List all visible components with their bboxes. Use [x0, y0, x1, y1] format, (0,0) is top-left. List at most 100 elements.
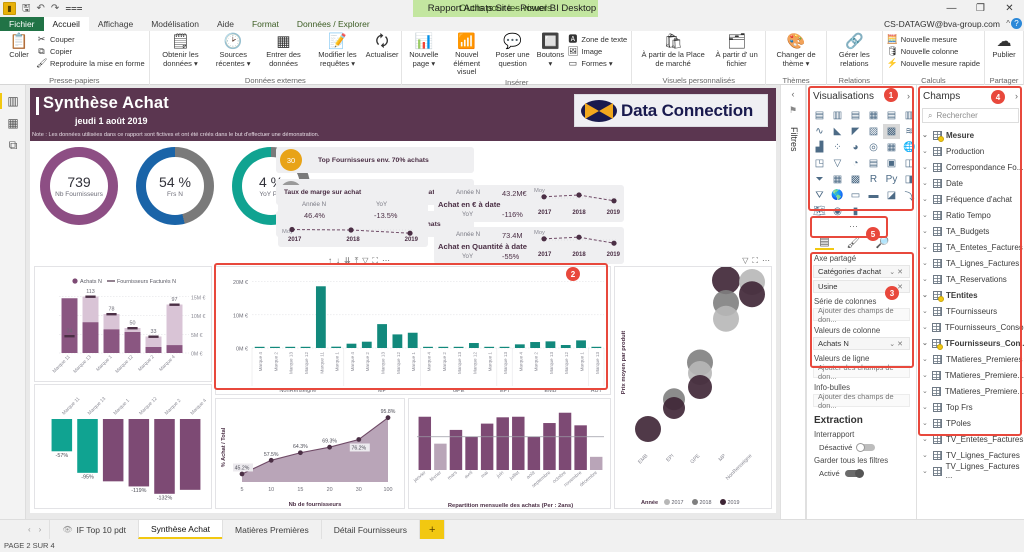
report-page[interactable]: Synthèse Achat jeudi 1 août 2019 Note : …	[30, 88, 776, 513]
field-table-row[interactable]: ⌄ Correspondance Fo...	[917, 159, 1024, 175]
repartition-mensuelle-visual[interactable]: janvier février mars avril mai juin juillet aoû…	[408, 398, 611, 509]
shapes-button[interactable]: ▭ Formes ▾	[567, 58, 627, 69]
donut-kpi[interactable]: 54 % Frs N	[136, 147, 214, 225]
chevron-down-icon[interactable]: ⌄	[922, 307, 929, 315]
chevron-down-icon[interactable]: ⌄	[922, 243, 929, 251]
chip-actions-icon[interactable]: ⌄✕	[889, 268, 905, 276]
chevron-down-icon[interactable]: ⌄	[922, 451, 929, 459]
more-options-icon[interactable]: ⋯	[762, 255, 770, 266]
python-visual-icon[interactable]: Py	[883, 172, 900, 187]
slicer-icon[interactable]: ⏷	[811, 172, 828, 187]
format-painter-button[interactable]: 🖌 Reproduire la mise en forme	[36, 58, 145, 69]
ribbon-tab-accueil[interactable]: Accueil	[43, 17, 89, 31]
field-table-row[interactable]: ⌄ TPoles	[917, 415, 1024, 431]
field-table-row[interactable]: ⌄ TA_Entetes_Factures	[917, 239, 1024, 255]
visual-header-toolbar-right[interactable]: ▽ ⛶ ⋯	[680, 255, 770, 266]
page-tab[interactable]: Détail Fournisseurs	[320, 520, 420, 539]
ribbon-tab-aide[interactable]: Aide	[208, 17, 243, 31]
format-paint-icon[interactable]: 🖌	[844, 235, 863, 250]
clipboard-button[interactable]: 📋 Coller	[4, 32, 34, 61]
prix-moyen-bubble-visual[interactable]: EMB EPI GPE MP NonRenseigne Prix moyen par pr…	[614, 266, 772, 509]
scissors-button[interactable]: ✂ Couper	[36, 34, 145, 45]
achat-quantite-card[interactable]: Année N 73.4M Achat en Quantité à date YoY -…	[434, 227, 624, 264]
achats-par-categorie-usine-visual[interactable]: 0M € 10M € 20M € Marque 4 Marque 2 Marque 13 M…	[215, 266, 611, 395]
add-page-button[interactable]: +	[418, 520, 446, 539]
field-table-row[interactable]: ⌄ Mesure	[917, 127, 1024, 143]
fields-pane-icon[interactable]: ▤	[815, 235, 834, 250]
taux-de-marge-card[interactable]: Taux de marge sur achat Année N YoY 46.4% -1…	[278, 185, 428, 247]
marketplace-button[interactable]: 🛍 À partir de la Place de marché	[636, 32, 710, 69]
bar-race-icon[interactable]: ▬	[865, 188, 882, 203]
field-table-row[interactable]: ⌄ Production	[917, 143, 1024, 159]
ribbon[interactable]: 📋 Coller ✂ Couper ⧉ Copier 🖌 Reproduire la mise…	[0, 31, 1024, 87]
field-table-row[interactable]: ⌄ TFournisseurs_Con...	[917, 335, 1024, 351]
chevron-down-icon[interactable]: ⌄	[922, 275, 929, 283]
donut-kpi[interactable]: 739 Nb Fournisseurs	[40, 147, 118, 225]
edit-queries-button[interactable]: 📝 Modifier les requêtes ▾	[310, 32, 365, 69]
expand-hierarchy-icon[interactable]: ⤒	[355, 255, 359, 266]
synoptic-panel-icon[interactable]: 🗺	[811, 204, 828, 219]
expand-filters-icon[interactable]: ‹	[781, 85, 805, 99]
expand-visualisations-icon[interactable]: ›	[907, 91, 910, 101]
field-chip[interactable]: Catégories d'achat ⌄✕	[813, 265, 910, 278]
quick-measure-button[interactable]: ⚡ Nouvelle mesure rapide	[887, 58, 980, 69]
recent-sources-button[interactable]: 🕑 Sources récentes ▾	[209, 32, 257, 69]
minimize-button[interactable]: —	[937, 0, 966, 17]
pin-filters-icon[interactable]: ⚑	[781, 99, 805, 116]
waterfall-chart-icon[interactable]: ▟	[811, 140, 828, 155]
get-data-button[interactable]: 🗒 Obtenir les données ▾	[154, 32, 208, 69]
pie-chart-icon[interactable]: ◕	[847, 140, 864, 155]
stacked-area-chart-icon[interactable]: ◤	[847, 124, 864, 139]
supplier-segment-pill[interactable]: 30 Top Fournisseurs env. 70% achats	[276, 147, 474, 173]
pareto-fournisseurs-visual[interactable]: 45.2% 5 57.5% 10 64.3% 15 69.3% 20 76.2% 30 95.8% 1…	[215, 398, 405, 509]
tornado-chart-icon[interactable]: ▮	[847, 204, 864, 219]
card-icon[interactable]: ▣	[883, 156, 900, 171]
line-chart-icon[interactable]: ∿	[811, 124, 828, 139]
window-buttons[interactable]: — ❐ ✕	[937, 0, 1024, 17]
chevron-down-icon[interactable]: ⌄	[922, 291, 929, 299]
page-tab[interactable]: Synthèse Achat	[137, 520, 224, 539]
achats-par-marque-visual[interactable]: 0M € 5M € 10M € 15M € 34 Marque 11 113 Marque 1…	[34, 266, 212, 382]
decomposition-tree-icon[interactable]: ⛛	[811, 188, 828, 203]
field-table-row[interactable]: ⌄ TV_Lignes_Factures	[917, 447, 1024, 463]
chevron-down-icon[interactable]: ⌄	[922, 131, 929, 139]
report-view-icon[interactable]: ▥	[0, 90, 26, 112]
multi-row-card-icon[interactable]: ▤	[865, 156, 882, 171]
field-table-row[interactable]: ⌄ TMatieres_Premiere...	[917, 367, 1024, 383]
account-email[interactable]: CS-DATAGW@bva-group.com	[884, 17, 1000, 31]
theme-button[interactable]: 🎨 Changer de thème ▾	[770, 32, 822, 69]
toggle-switch-on-icon[interactable]	[844, 469, 864, 478]
field-table-row[interactable]: ⌄ Fréquence d'achat	[917, 191, 1024, 207]
new-measure-button[interactable]: 🧮 Nouvelle mesure	[887, 34, 980, 45]
text-box-button[interactable]: 🅰 Zone de texte	[567, 34, 627, 45]
chip-actions-icon[interactable]: ⌄✕	[889, 340, 905, 348]
focus-mode-icon[interactable]: ⛶	[752, 255, 758, 266]
keep-filters-toggle[interactable]: Activé	[807, 467, 916, 480]
field-drop-zone[interactable]: Ajouter des champs de don...	[813, 363, 910, 381]
ribbon-tab-strip[interactable]: Fichier Accueil Affichage Modélisation Aide F…	[0, 17, 1024, 31]
field-drop-zone[interactable]: Ajouter des champs de don...	[813, 306, 910, 324]
sort-desc-icon[interactable]: ↓	[336, 255, 340, 266]
image-button[interactable]: 🖼 Image	[567, 46, 627, 57]
filter-icon[interactable]: ▽	[742, 255, 748, 266]
new-column-button[interactable]: 🛢 Nouvelle colonne	[887, 46, 980, 57]
field-table-row[interactable]: ⌄ TMatieres_Premiere...	[917, 383, 1024, 399]
filters-pane-collapsed[interactable]: ‹ ⚑ Filtres	[780, 85, 806, 519]
stacked-bar-chart-icon[interactable]: ▤	[811, 108, 828, 123]
interreport-toggle[interactable]: Désactivé	[807, 441, 916, 454]
chevron-down-icon[interactable]: ⌄	[922, 179, 929, 187]
chevron-down-icon[interactable]: ⌄	[922, 147, 929, 155]
chevron-down-icon[interactable]: ⌄	[922, 371, 928, 379]
champs-search-box[interactable]: ⌕ Rechercher	[922, 108, 1019, 123]
refresh-button[interactable]: 🗘 Actualiser	[366, 32, 399, 61]
gauge-icon[interactable]: ◔	[847, 156, 864, 171]
line-clustered-column-icon[interactable]: ▩	[883, 124, 900, 139]
more-options-icon[interactable]: ⋯	[382, 255, 390, 266]
champs-pane[interactable]: Champs › ⌕ Rechercher ⌄ Mesure ⌄ Production…	[916, 85, 1024, 519]
chevron-down-icon[interactable]: ⌄	[922, 355, 929, 363]
collapse-ribbon-icon[interactable]: ^	[1006, 17, 1010, 31]
chevron-down-icon[interactable]: ⌄	[922, 323, 928, 331]
stacked-column-chart-icon[interactable]: ▥	[829, 108, 846, 123]
chevron-down-icon[interactable]: ⌄	[922, 163, 929, 171]
page-tab[interactable]: Matières Premières	[222, 520, 322, 539]
